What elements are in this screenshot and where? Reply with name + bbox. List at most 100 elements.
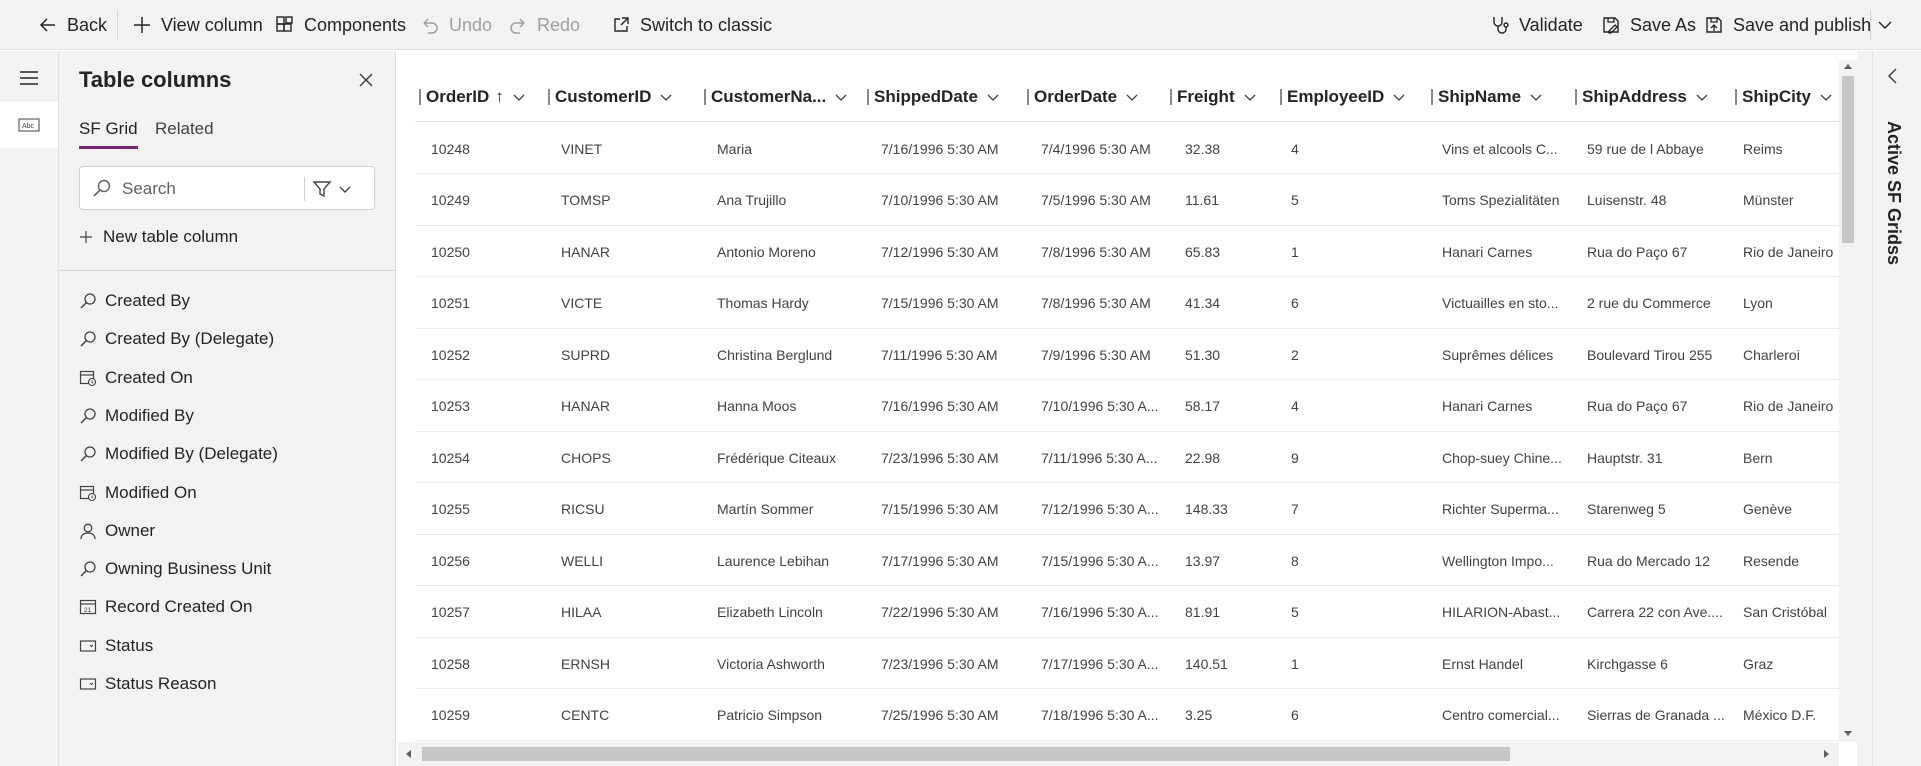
- table-columns-rail-button[interactable]: Abc: [0, 102, 58, 148]
- table-cell: Ernst Handel: [1442, 655, 1523, 672]
- column-header-label: EmployeeID: [1287, 87, 1385, 106]
- field-list-item[interactable]: Created By (Delegate): [79, 325, 274, 353]
- column-resize-handle[interactable]: [1431, 89, 1433, 105]
- collapse-right-panel-button[interactable]: [1885, 67, 1899, 90]
- table-row[interactable]: 10252 SUPRD Christina Berglund 7/11/1996 5:…: [415, 329, 1839, 380]
- table-cell: Rua do Paço 67: [1587, 243, 1688, 260]
- table-row[interactable]: 10251 VICTE Thomas Hardy 7/15/1996 5:30 AM 7…: [415, 278, 1839, 329]
- chevron-down-icon[interactable]: [1243, 90, 1257, 104]
- table-row[interactable]: 10249 TOMSP Ana Trujillo 7/10/1996 5:30 AM 7…: [415, 175, 1839, 226]
- table-row[interactable]: 10255 RICSU Martín Sommer 7/15/1996 5:30 AM…: [415, 484, 1839, 535]
- chevron-down-icon[interactable]: [1819, 90, 1833, 104]
- back-label: Back: [67, 14, 108, 35]
- table-cell: 10253: [431, 398, 470, 414]
- redo-button[interactable]: Redo: [508, 0, 580, 50]
- chevron-down-icon[interactable]: [1392, 90, 1406, 104]
- field-label: Owner: [105, 520, 156, 540]
- components-button[interactable]: Components: [275, 0, 406, 50]
- field-list-item[interactable]: Status: [79, 632, 153, 660]
- field-list-item[interactable]: Modified By: [79, 402, 194, 430]
- column-resize-handle[interactable]: [548, 89, 550, 105]
- field-list-item[interactable]: Owner: [79, 517, 155, 545]
- table-row[interactable]: 10253 HANAR Hanna Moos 7/16/1996 5:30 AM 7/1…: [415, 381, 1839, 432]
- field-list-item[interactable]: 21 Record Created On: [79, 593, 252, 621]
- column-header[interactable]: ShippedDate: [867, 72, 1000, 122]
- column-header[interactable]: CustomerID: [548, 72, 673, 122]
- column-header[interactable]: CustomerNa...: [704, 72, 848, 122]
- open-external-icon: [614, 17, 629, 32]
- switch-to-classic-button[interactable]: Switch to classic: [611, 0, 772, 50]
- table-row[interactable]: 10256 WELLI Laurence Lebihan 7/17/1996 5:30…: [415, 535, 1839, 586]
- save-as-button[interactable]: Save As: [1601, 0, 1696, 50]
- field-list-item[interactable]: Modified On: [79, 479, 197, 507]
- vertical-scrollbar[interactable]: [1839, 60, 1857, 742]
- back-button[interactable]: Back: [38, 0, 107, 50]
- vertical-scroll-thumb[interactable]: [1842, 76, 1854, 243]
- horizontal-scrollbar[interactable]: [398, 742, 1839, 766]
- column-header[interactable]: ShipAddress: [1575, 72, 1709, 122]
- new-table-column-button[interactable]: New table column: [79, 227, 238, 247]
- column-resize-handle[interactable]: [419, 89, 421, 105]
- table-cell: 1: [1291, 655, 1299, 672]
- scroll-right-icon: [1824, 750, 1829, 758]
- chevron-down-icon[interactable]: [1125, 90, 1139, 104]
- table-row[interactable]: 10250 HANAR Antonio Moreno 7/12/1996 5:30 A…: [415, 226, 1839, 277]
- table-cell: 1: [1291, 243, 1299, 260]
- save-and-publish-button[interactable]: Save and publish: [1704, 0, 1871, 50]
- table-row[interactable]: 10254 CHOPS Frédérique Citeaux 7/23/1996 5:…: [415, 432, 1839, 483]
- chevron-down-icon[interactable]: [1529, 90, 1543, 104]
- field-label: Created On: [105, 367, 193, 387]
- validate-button[interactable]: Validate: [1490, 0, 1583, 50]
- view-column-button[interactable]: View column: [132, 0, 263, 50]
- column-header[interactable]: EmployeeID: [1280, 72, 1406, 122]
- table-row[interactable]: 10257 HILAA Elizabeth Lincoln 7/22/1996 5:3…: [415, 587, 1839, 638]
- table-cell: México D.F.: [1743, 707, 1817, 723]
- chevron-down-icon[interactable]: [1695, 90, 1709, 104]
- table-cell: 7/8/1996 5:30 AM: [1041, 243, 1151, 260]
- tab-sf-grid[interactable]: SF Grid: [79, 119, 138, 149]
- table-cell: CENTC: [561, 707, 610, 723]
- search-divider: [304, 177, 305, 201]
- grid-gutter: [1857, 51, 1872, 766]
- table-row[interactable]: 10248 VINET Maria 7/16/1996 5:30 AM 7/4/1996…: [415, 123, 1839, 174]
- column-header[interactable]: OrderDate: [1027, 72, 1139, 122]
- chevron-down-icon[interactable]: [659, 90, 673, 104]
- chevron-down-icon[interactable]: [512, 90, 526, 104]
- horizontal-scroll-thumb[interactable]: [422, 747, 1510, 761]
- close-panel-button[interactable]: [351, 65, 381, 95]
- table-cell: 7/15/1996 5:30 AM: [881, 501, 999, 517]
- field-list-item[interactable]: Created By: [79, 287, 190, 315]
- table-row[interactable]: 10259 CENTC Patricio Simpson 7/25/1996 5:30…: [415, 690, 1839, 741]
- column-header[interactable]: ShipName: [1431, 72, 1543, 122]
- chevron-down-icon[interactable]: [986, 90, 1000, 104]
- column-header[interactable]: Freight: [1170, 72, 1257, 122]
- table-cell: ERNSH: [561, 655, 611, 672]
- column-resize-handle[interactable]: [867, 89, 869, 105]
- column-resize-handle[interactable]: [1170, 89, 1172, 105]
- filter-button[interactable]: [312, 176, 368, 202]
- table-row[interactable]: 10258 ERNSH Victoria Ashworth 7/23/1996 5:3…: [415, 638, 1839, 689]
- undo-button[interactable]: Undo: [420, 0, 492, 50]
- field-list-item[interactable]: Status Reason: [79, 670, 217, 698]
- column-resize-handle[interactable]: [1735, 89, 1737, 105]
- field-list-item[interactable]: Owning Business Unit: [79, 555, 271, 583]
- table-cell: 7/18/1996 5:30 A...: [1041, 707, 1159, 723]
- field-list-item[interactable]: Modified By (Delegate): [79, 440, 278, 468]
- column-header[interactable]: ShipCity: [1735, 72, 1833, 122]
- column-resize-handle[interactable]: [1027, 89, 1029, 105]
- hamburger-button[interactable]: [0, 55, 58, 101]
- table-cell: Reims: [1743, 140, 1783, 157]
- field-label: Status Reason: [105, 674, 217, 693]
- column-resize-handle[interactable]: [1280, 89, 1282, 105]
- filter-icon: [312, 181, 332, 198]
- column-resize-handle[interactable]: [1575, 89, 1577, 105]
- save-options-dropdown[interactable]: [1876, 0, 1894, 50]
- components-icon: [276, 16, 293, 32]
- column-resize-handle[interactable]: [704, 89, 706, 105]
- search-input[interactable]: Search: [122, 179, 176, 199]
- chevron-down-icon[interactable]: [834, 90, 848, 104]
- field-list-item[interactable]: Created On: [79, 364, 193, 392]
- tab-related[interactable]: Related: [155, 119, 214, 146]
- column-header[interactable]: OrderID ↑: [419, 72, 526, 122]
- table-cell: Antonio Moreno: [717, 243, 816, 260]
